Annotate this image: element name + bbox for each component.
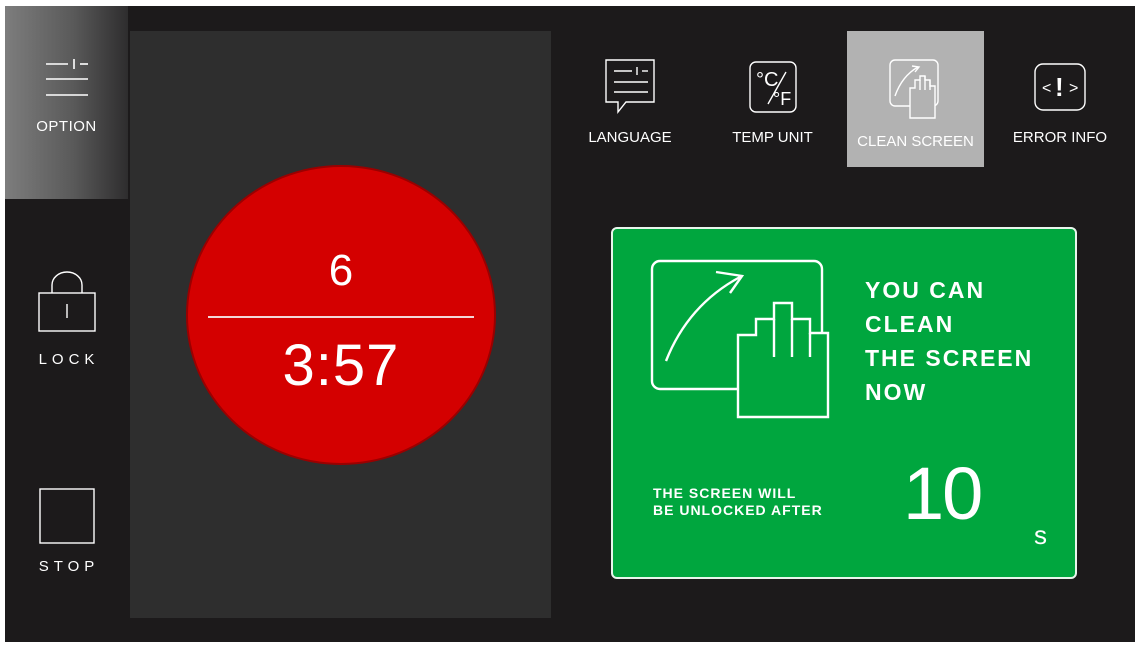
menu-item-error-info[interactable]: < ! > ERROR INFO	[998, 31, 1122, 167]
stop-label: STOP	[38, 558, 100, 575]
dial-time-value: 3:57	[282, 333, 400, 398]
lock-label: LOCK	[38, 351, 100, 368]
control-screen: OPTION LOCK STOP 6 3:57 LANGUAGE °C °F T…	[5, 6, 1135, 642]
lock-button[interactable]: LOCK	[5, 271, 128, 381]
program-dial[interactable]: 6 3:57	[186, 165, 496, 465]
svg-text:°C: °C	[756, 69, 778, 91]
option-icon	[44, 58, 90, 100]
dial-divider	[208, 316, 474, 318]
temp-unit-icon: °C °F	[746, 58, 800, 116]
menu-label-temp-unit: TEMP UNIT	[732, 129, 813, 146]
menu-item-temp-unit[interactable]: °C °F TEMP UNIT	[715, 31, 830, 167]
stop-icon	[38, 488, 95, 544]
notice-message: YOU CAN CLEAN THE SCREEN NOW	[865, 277, 1034, 405]
svg-text:!: !	[1055, 72, 1064, 102]
svg-text:°F: °F	[773, 89, 791, 109]
error-info-icon: < ! >	[1031, 58, 1089, 116]
menu-label-clean-screen: CLEAN SCREEN	[857, 133, 974, 150]
menu-item-language[interactable]: LANGUAGE	[575, 31, 685, 167]
option-button[interactable]: OPTION	[5, 6, 128, 199]
menu-label-error-info: ERROR INFO	[1012, 129, 1108, 146]
lock-icon	[37, 271, 96, 333]
stop-button[interactable]: STOP	[5, 488, 128, 598]
menu-item-clean-screen[interactable]: CLEAN SCREEN	[847, 31, 984, 167]
svg-text:<: <	[1042, 80, 1051, 97]
menu-label-language: LANGUAGE	[588, 129, 672, 146]
countdown-value: 10	[903, 452, 983, 535]
program-panel: 6 3:57	[130, 31, 551, 618]
clean-screen-hand-icon	[650, 259, 836, 421]
clean-screen-icon	[888, 58, 944, 120]
dial-top-value: 6	[328, 246, 354, 295]
svg-text:>: >	[1069, 80, 1078, 97]
notice-unlock-text: THE SCREEN WILL BE UNLOCKED AFTER	[653, 485, 823, 518]
clean-screen-notice: YOU CAN CLEAN THE SCREEN NOW THE SCREEN …	[611, 227, 1077, 579]
language-icon	[604, 58, 656, 116]
option-label: OPTION	[36, 118, 97, 135]
countdown-unit: s	[1034, 520, 1047, 550]
